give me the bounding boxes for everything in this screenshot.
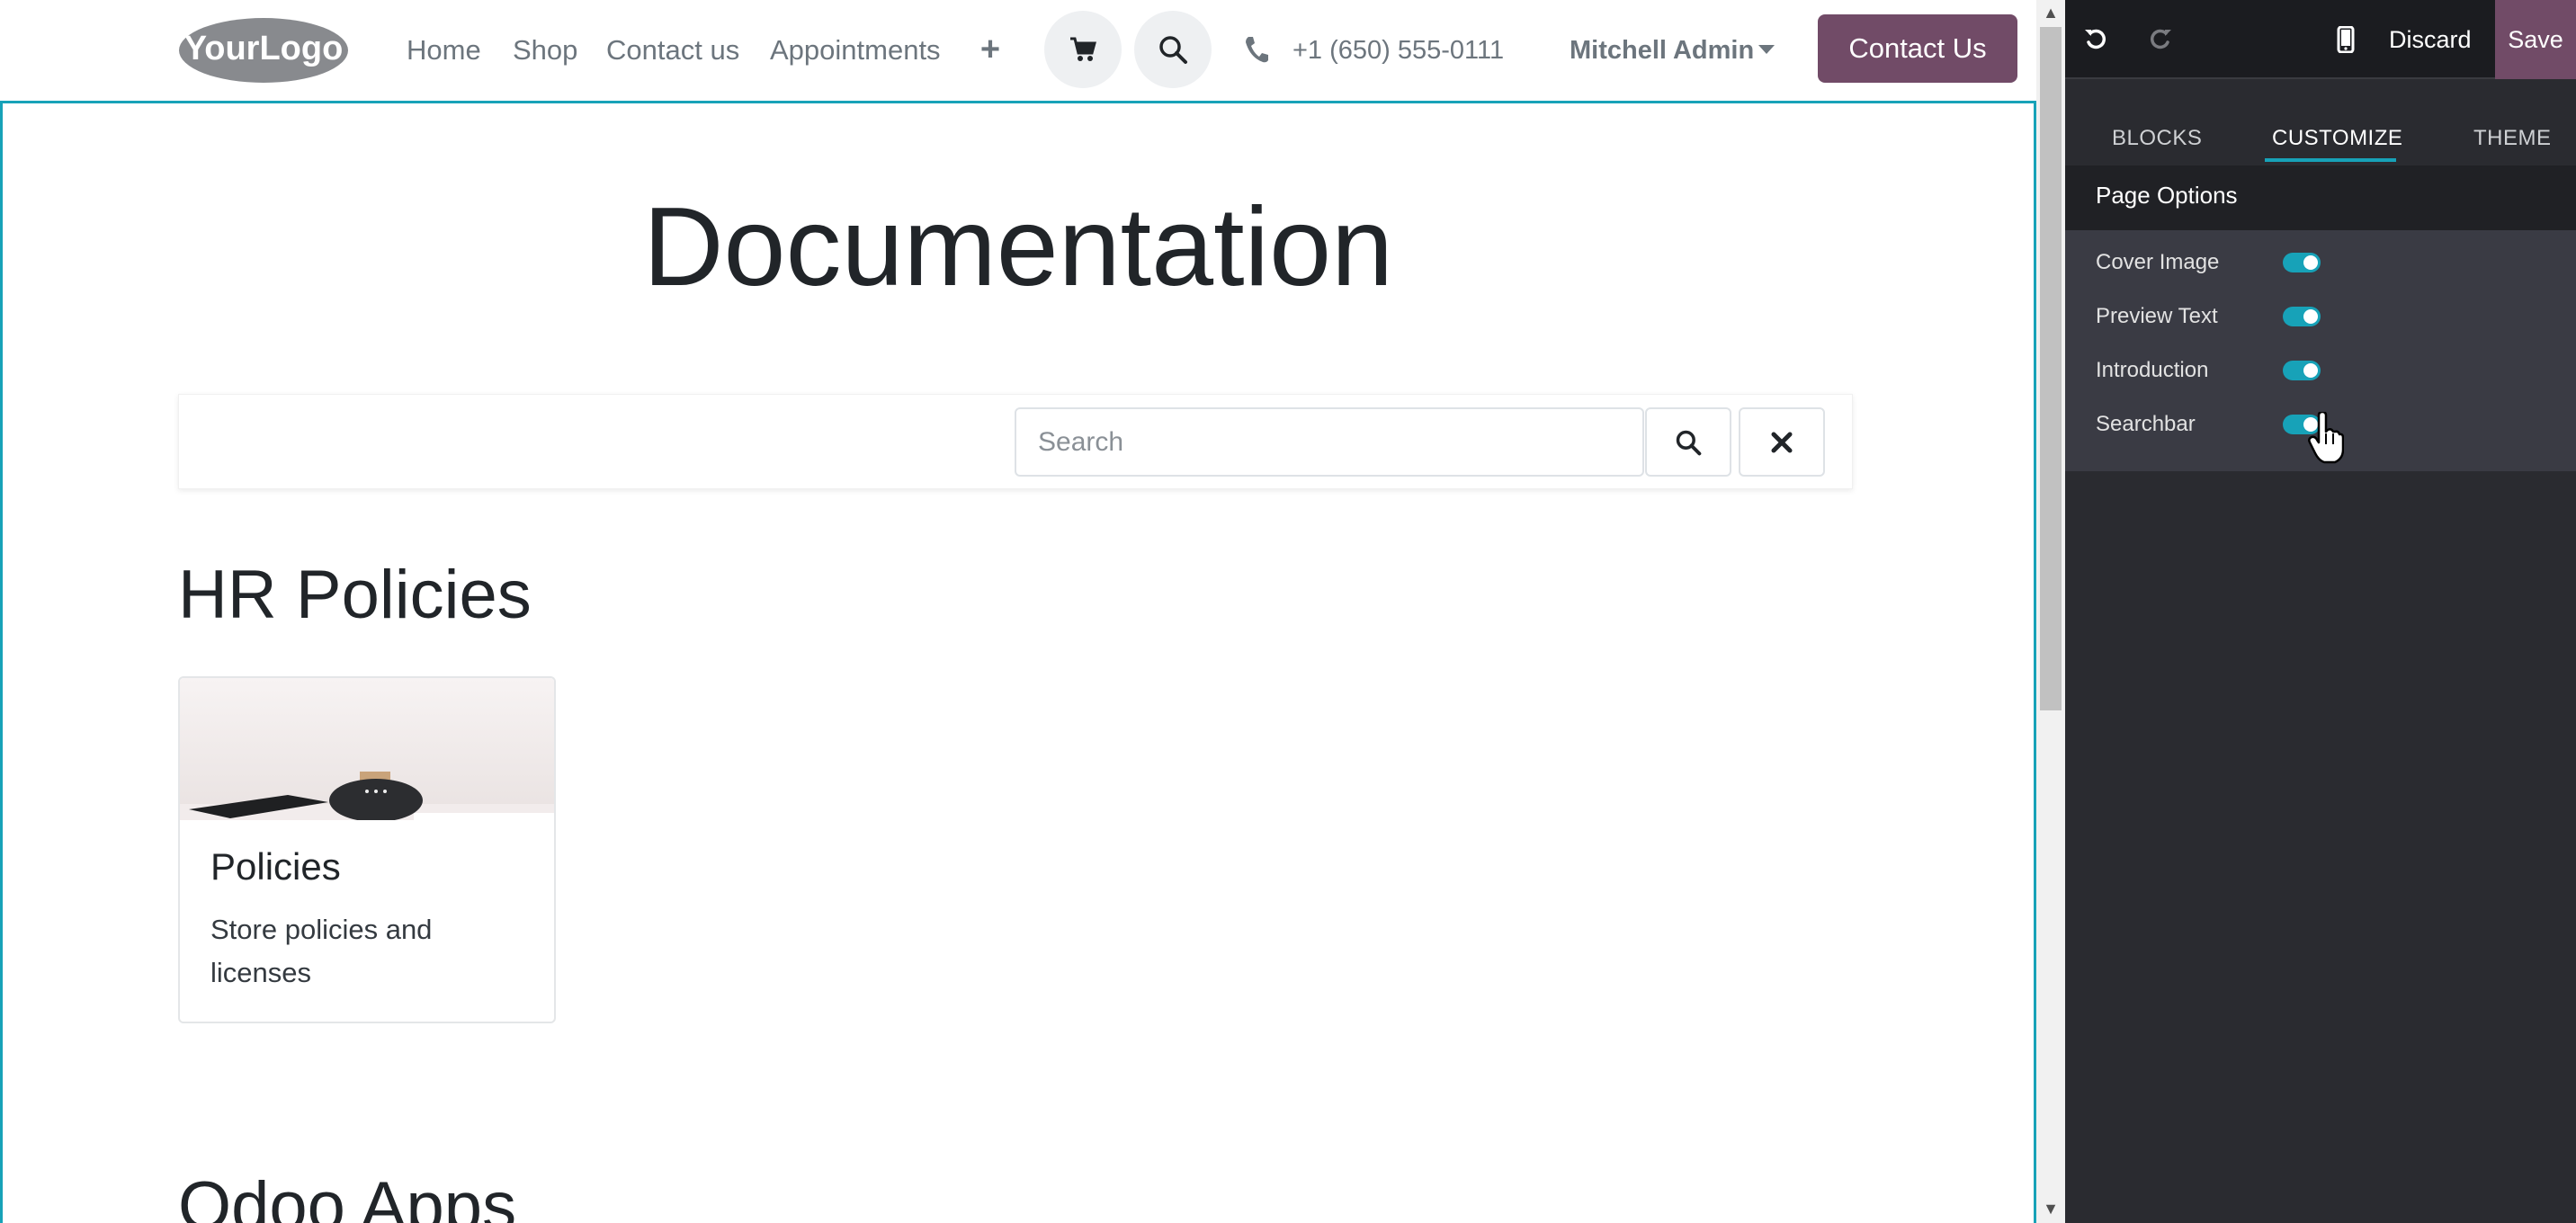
nav-link-shop[interactable]: Shop [513,29,577,72]
tab-theme[interactable]: THEME [2473,121,2552,156]
scroll-up-arrow-icon[interactable]: ▲ [2042,4,2060,22]
search-toggle-button[interactable] [1134,11,1212,88]
undo-icon [2085,29,2106,49]
introduction-toggle[interactable] [2283,361,2321,380]
clear-search-button[interactable] [1739,407,1825,477]
save-button[interactable]: Save [2495,0,2576,79]
tab-blocks[interactable]: BLOCKS [2112,121,2202,156]
cart-icon [1070,37,1096,61]
undo-button[interactable] [2076,20,2115,59]
option-label-preview-text: Preview Text [2096,304,2218,328]
search-input[interactable] [1015,407,1644,477]
nav-link-home[interactable]: Home [407,29,481,72]
option-label-introduction: Introduction [2096,358,2209,382]
section-title-hr-policies: HR Policies [178,557,532,633]
toggle-knob [2303,363,2318,378]
search-icon [1159,36,1187,64]
active-tab-indicator [2265,158,2396,162]
phone-number[interactable]: +1 (650) 555-0111 [1292,29,1504,72]
contact-us-button[interactable]: Contact Us [1818,14,2017,83]
preview-text-toggle[interactable] [2283,307,2321,326]
user-menu[interactable]: Mitchell Admin [1570,29,1754,72]
tab-customize[interactable]: CUSTOMIZE [2272,121,2402,156]
mobile-preview-button[interactable] [2326,20,2366,59]
page-options-title: Page Options [2096,182,2238,209]
top-navbar: YourLogo Home Shop Contact us Appointmen… [0,0,2036,101]
option-label-searchbar: Searchbar [2096,412,2196,436]
editor-toolbar: Discard Save [2065,0,2576,79]
cart-button[interactable] [1044,11,1122,88]
chevron-down-icon[interactable] [1758,45,1775,54]
logo[interactable]: YourLogo [178,13,349,85]
phone-icon [1246,37,1268,63]
close-icon [1771,432,1793,452]
add-menu-item-icon[interactable]: + [975,27,1006,72]
hand-pointer-cursor-icon [2308,412,2344,464]
logo-text: YourLogo [184,30,344,67]
mobile-icon [2337,26,2355,53]
redo-button[interactable] [2141,20,2180,59]
cover-image-toggle[interactable] [2283,253,2321,272]
scrollbar-thumb[interactable] [2040,27,2062,710]
website-preview: YourLogo Home Shop Contact us Appointmen… [0,0,2036,1223]
toggle-knob [2303,255,2318,270]
card-cover-image [180,678,554,820]
toggle-knob [2303,309,2318,324]
section-title-odoo-apps: Odoo Apps [178,1168,517,1223]
option-label-cover-image: Cover Image [2096,250,2220,274]
scroll-down-arrow-icon[interactable]: ▼ [2042,1200,2060,1218]
nav-link-contact[interactable]: Contact us [606,29,739,72]
search-submit-button[interactable] [1645,407,1731,477]
page-title: Documentation [642,185,1394,309]
policies-card[interactable]: Policies Store policies and licenses [178,676,556,1023]
card-title: Policies [210,845,341,888]
redo-icon [2151,29,2171,49]
discard-button[interactable]: Discard [2389,20,2472,59]
search-icon [1676,430,1702,455]
card-description: Store policies and licenses [210,914,433,988]
nav-link-appointments[interactable]: Appointments [770,29,941,72]
